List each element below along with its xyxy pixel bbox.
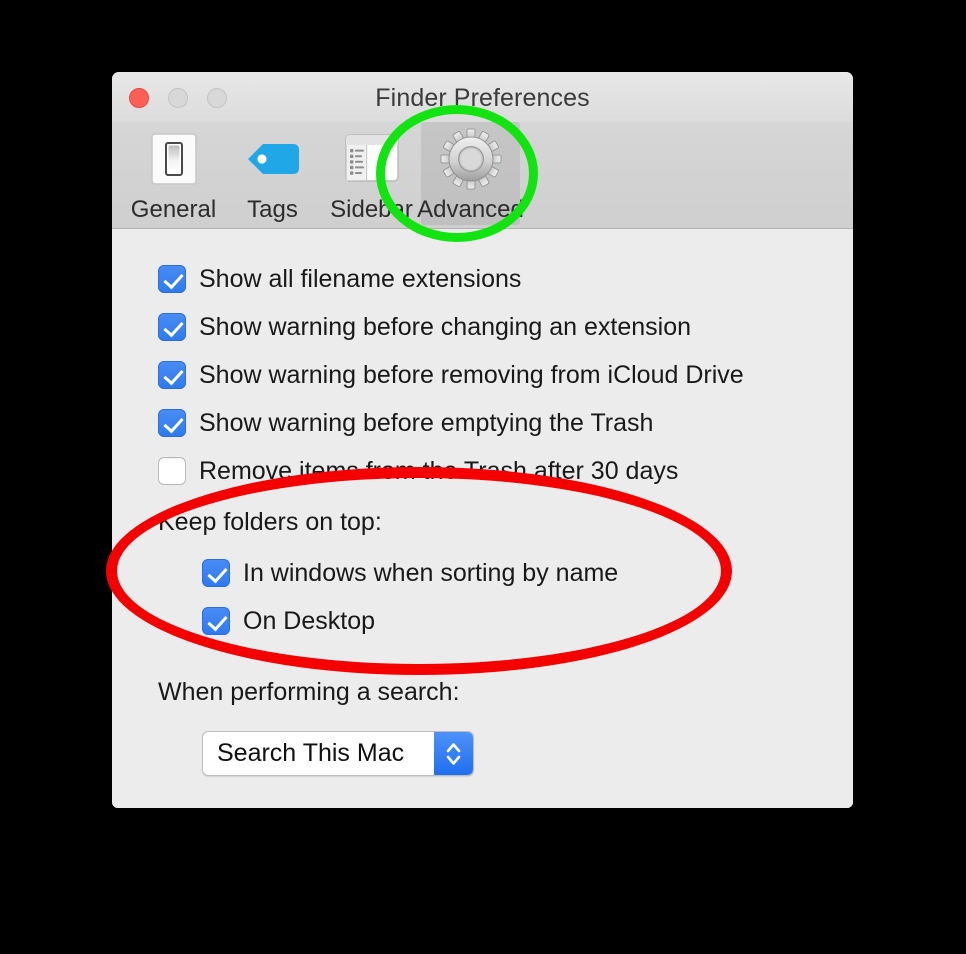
- search-scope-popup-button[interactable]: Search This Mac: [202, 731, 474, 776]
- tag-icon: [242, 128, 304, 190]
- tab-advanced-label: Advanced: [417, 196, 524, 223]
- checkbox-label: Show warning before removing from iCloud…: [199, 360, 744, 389]
- tab-advanced[interactable]: Advanced: [417, 122, 524, 225]
- checkbox-show-all-filename-extensions[interactable]: [158, 265, 186, 293]
- gear-icon: [440, 128, 502, 190]
- checkbox-label: Remove items from the Trash after 30 day…: [199, 456, 679, 485]
- preferences-toolbar: General Tags Sidebar Advanced: [112, 122, 853, 229]
- checkbox-label: Show warning before changing an extensio…: [199, 312, 692, 341]
- checkbox-label: Show all filename extensions: [199, 264, 522, 293]
- checkbox-on-desktop[interactable]: [202, 607, 230, 635]
- checkbox-row-warn-emptying-trash[interactable]: Show warning before emptying the Trash: [158, 399, 853, 447]
- checkbox-in-windows-when-sorting-by-name[interactable]: [202, 559, 230, 587]
- keep-folders-on-top-heading: Keep folders on top:: [158, 495, 853, 549]
- finder-preferences-window: Finder Preferences General Tags Sidebar …: [112, 72, 853, 808]
- search-scope-selected-value: Search This Mac: [217, 739, 405, 767]
- tab-sidebar-label: Sidebar: [330, 196, 413, 223]
- window-titlebar: Finder Preferences: [112, 72, 853, 122]
- tab-sidebar[interactable]: Sidebar: [322, 122, 421, 225]
- checkbox-warn-removing-icloud[interactable]: [158, 361, 186, 389]
- keep-folders-on-top-label: Keep folders on top:: [158, 507, 382, 536]
- screenshot-canvas: Finder Preferences General Tags Sidebar …: [0, 0, 966, 954]
- checkbox-warn-emptying-trash[interactable]: [158, 409, 186, 437]
- checkbox-row-on-desktop[interactable]: On Desktop: [158, 597, 853, 645]
- search-heading: When performing a search:: [158, 665, 853, 719]
- tab-tags[interactable]: Tags: [223, 122, 322, 225]
- checkbox-warn-changing-extension[interactable]: [158, 313, 186, 341]
- checkbox-label: Show warning before emptying the Trash: [199, 408, 654, 437]
- checkbox-row-in-windows-when-sorting-by-name[interactable]: In windows when sorting by name: [158, 549, 853, 597]
- checkbox-label: On Desktop: [243, 606, 376, 635]
- checkbox-row-show-all-filename-extensions[interactable]: Show all filename extensions: [158, 255, 853, 303]
- checkbox-row-remove-items-after-30-days[interactable]: Remove items from the Trash after 30 day…: [158, 447, 853, 495]
- checkbox-row-warn-changing-extension[interactable]: Show warning before changing an extensio…: [158, 303, 853, 351]
- window-title: Finder Preferences: [375, 84, 590, 112]
- when-performing-a-search-label: When performing a search:: [158, 677, 460, 706]
- search-preference-group: When performing a search: Search This Ma…: [158, 665, 853, 776]
- chevron-up-down-icon[interactable]: [434, 732, 473, 775]
- light-switch-icon: [143, 128, 205, 190]
- advanced-preferences-pane: Show all filename extensions Show warnin…: [112, 229, 853, 808]
- checkbox-remove-items-after-30-days[interactable]: [158, 457, 186, 485]
- checkbox-row-warn-removing-icloud[interactable]: Show warning before removing from iCloud…: [158, 351, 853, 399]
- tab-tags-label: Tags: [247, 196, 298, 223]
- tab-general-label: General: [130, 196, 217, 223]
- checkbox-label: In windows when sorting by name: [243, 558, 619, 587]
- finder-sidebar-icon: [341, 128, 403, 190]
- tab-general[interactable]: General: [124, 122, 223, 225]
